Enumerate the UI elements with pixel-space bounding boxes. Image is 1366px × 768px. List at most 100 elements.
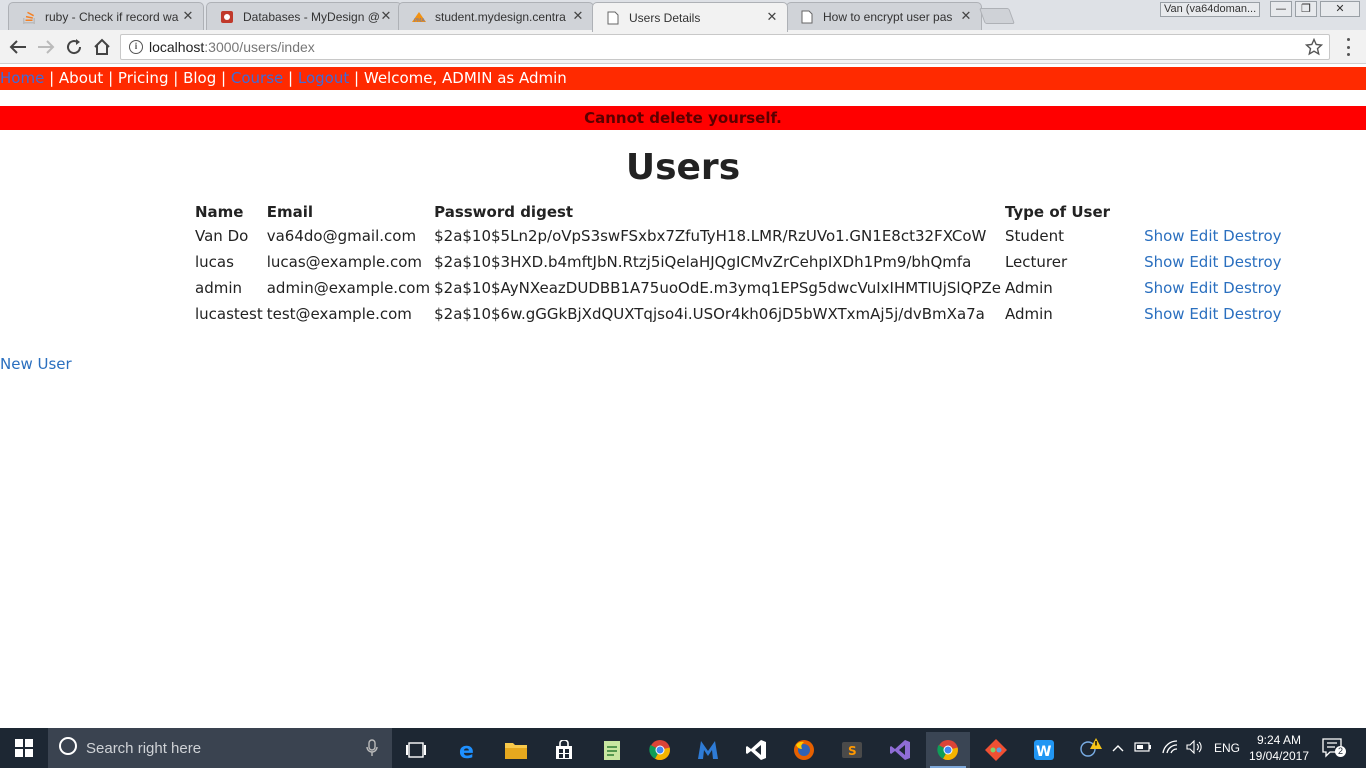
- stackoverflow-icon: [21, 9, 37, 25]
- row-actions: Show Edit Destroy: [1112, 223, 1283, 249]
- close-tab-icon[interactable]: ✕: [181, 9, 195, 24]
- action-center-icon[interactable]: 2: [1322, 738, 1346, 760]
- close-window-icon[interactable]: ✕: [1320, 1, 1360, 17]
- edit-link[interactable]: Edit: [1189, 305, 1218, 323]
- edit-link[interactable]: Edit: [1189, 253, 1218, 271]
- git-gui-icon[interactable]: [974, 732, 1018, 768]
- show-link[interactable]: Show: [1144, 279, 1184, 297]
- microphone-icon[interactable]: [366, 739, 378, 761]
- notepad-icon[interactable]: [590, 732, 634, 768]
- store-icon[interactable]: [542, 732, 586, 768]
- chevron-up-icon[interactable]: [1112, 741, 1124, 755]
- browser-menu-icon[interactable]: [1340, 38, 1356, 56]
- column-header-actions: [1112, 201, 1283, 223]
- destroy-link[interactable]: Destroy: [1223, 305, 1281, 323]
- table-row: lucas lucas@example.com $2a$10$3HXD.b4mf…: [193, 249, 1284, 275]
- column-header-password-digest: Password digest: [434, 203, 574, 221]
- clock-date: 19/04/2017: [1248, 749, 1310, 763]
- column-header-email: Email: [266, 203, 314, 221]
- nav-logout-link[interactable]: Logout: [298, 69, 349, 87]
- tab-title: How to encrypt user pas: [823, 9, 953, 24]
- close-tab-icon[interactable]: ✕: [959, 9, 973, 24]
- battery-icon[interactable]: [1134, 741, 1152, 756]
- url-path: :3000/users/index: [204, 39, 315, 55]
- destroy-link[interactable]: Destroy: [1223, 253, 1281, 271]
- svg-text:S: S: [848, 744, 857, 758]
- warning-icon[interactable]: [1080, 737, 1102, 760]
- destroy-link[interactable]: Destroy: [1223, 279, 1281, 297]
- nav-separator: |: [108, 69, 114, 87]
- back-arrow-icon[interactable]: [7, 36, 29, 58]
- language-indicator[interactable]: ENG: [1214, 741, 1240, 755]
- tab-title: student.mydesign.centra: [435, 9, 566, 24]
- notification-badge: 2: [1335, 746, 1346, 757]
- firefox-icon[interactable]: [782, 732, 826, 768]
- malwarebytes-icon[interactable]: [686, 732, 730, 768]
- visual-studio-purple-icon[interactable]: [878, 732, 922, 768]
- user-name: Van Do: [195, 227, 249, 245]
- windows-start-icon[interactable]: [0, 728, 48, 768]
- tab-ruby-check-record[interactable]: ruby - Check if record wa ✕: [8, 2, 204, 30]
- cortana-icon: [58, 736, 78, 760]
- file-explorer-icon[interactable]: [494, 732, 538, 768]
- column-header-name: Name: [195, 203, 244, 221]
- close-tab-icon[interactable]: ✕: [765, 10, 779, 25]
- reload-icon[interactable]: [63, 36, 85, 58]
- home-icon[interactable]: [91, 36, 113, 58]
- taskbar-search-box[interactable]: Search right here: [48, 728, 392, 768]
- nav-about-link[interactable]: About: [59, 69, 103, 87]
- edit-link[interactable]: Edit: [1189, 227, 1218, 245]
- table-header-row: Name Email Password digest Type of User: [193, 201, 1284, 223]
- new-user-link[interactable]: New User: [0, 355, 72, 373]
- close-tab-icon[interactable]: ✕: [571, 9, 585, 24]
- user-password-digest: $2a$10$5Ln2p/oVpS3swFSxbx7ZfuTyH18.LMR/R…: [434, 227, 987, 245]
- task-view-icon[interactable]: [394, 732, 438, 768]
- sublime-text-icon[interactable]: S: [830, 732, 874, 768]
- user-password-digest: $2a$10$AyNXeazDUDBB1A75uoOdE.m3ymq1EPSg5…: [434, 279, 1001, 297]
- nav-pricing-link[interactable]: Pricing: [118, 69, 169, 87]
- wps-writer-icon[interactable]: W: [1022, 732, 1066, 768]
- restore-icon[interactable]: ❐: [1295, 1, 1317, 17]
- new-tab-button[interactable]: [979, 8, 1015, 24]
- chrome-active-icon[interactable]: [926, 732, 970, 768]
- chrome-icon[interactable]: [638, 732, 682, 768]
- show-link[interactable]: Show: [1144, 305, 1184, 323]
- visual-studio-icon[interactable]: [734, 732, 778, 768]
- row-actions: Show Edit Destroy: [1112, 275, 1283, 301]
- tab-databases-mydesign[interactable]: Databases - MyDesign @ ✕: [206, 2, 402, 30]
- volume-icon[interactable]: [1186, 739, 1204, 757]
- show-link[interactable]: Show: [1144, 227, 1184, 245]
- close-tab-icon[interactable]: ✕: [379, 9, 393, 24]
- minimize-icon[interactable]: —: [1270, 1, 1292, 17]
- nav-separator: |: [354, 69, 360, 87]
- wifi-icon[interactable]: [1162, 739, 1178, 757]
- show-link[interactable]: Show: [1144, 253, 1184, 271]
- welcome-text: Welcome, ADMIN as Admin: [363, 69, 567, 87]
- system-tray: ENG: [1080, 728, 1240, 768]
- tab-title: Databases - MyDesign @: [243, 9, 379, 24]
- tab-student-mydesign[interactable]: PMA student.mydesign.centra ✕: [398, 2, 594, 30]
- browser-tab-strip: ruby - Check if record wa ✕ Databases - …: [0, 0, 1366, 32]
- destroy-link[interactable]: Destroy: [1223, 227, 1281, 245]
- edit-link[interactable]: Edit: [1189, 279, 1218, 297]
- tab-users-details[interactable]: Users Details ✕: [592, 2, 788, 32]
- search-placeholder: Search right here: [86, 739, 202, 757]
- tab-encrypt-password[interactable]: How to encrypt user pas ✕: [786, 2, 982, 30]
- info-icon[interactable]: i: [129, 40, 143, 54]
- profile-button[interactable]: Van (va64doman...: [1160, 2, 1260, 17]
- address-bar[interactable]: i localhost:3000/users/index: [120, 34, 1330, 60]
- forward-arrow-icon[interactable]: [35, 36, 57, 58]
- bookmark-star-icon[interactable]: [1304, 37, 1324, 60]
- users-table: Name Email Password digest Type of User …: [193, 201, 1284, 327]
- user-type: Admin: [1004, 305, 1053, 323]
- user-email: test@example.com: [266, 305, 412, 323]
- nav-blog-link[interactable]: Blog: [183, 69, 216, 87]
- user-name: admin: [195, 279, 242, 297]
- edge-browser-icon[interactable]: e: [446, 732, 490, 768]
- nav-home-link[interactable]: Home: [0, 69, 44, 87]
- user-password-digest: $2a$10$6w.gGGkBjXdQUXTqjso4i.USOr4kh06jD…: [434, 305, 985, 323]
- flash-message: Cannot delete yourself.: [0, 106, 1366, 130]
- system-clock[interactable]: 9:24 AM 19/04/2017: [1240, 732, 1318, 764]
- nav-course-link[interactable]: Course: [231, 69, 283, 87]
- table-row: Van Do va64do@gmail.com $2a$10$5Ln2p/oVp…: [193, 223, 1284, 249]
